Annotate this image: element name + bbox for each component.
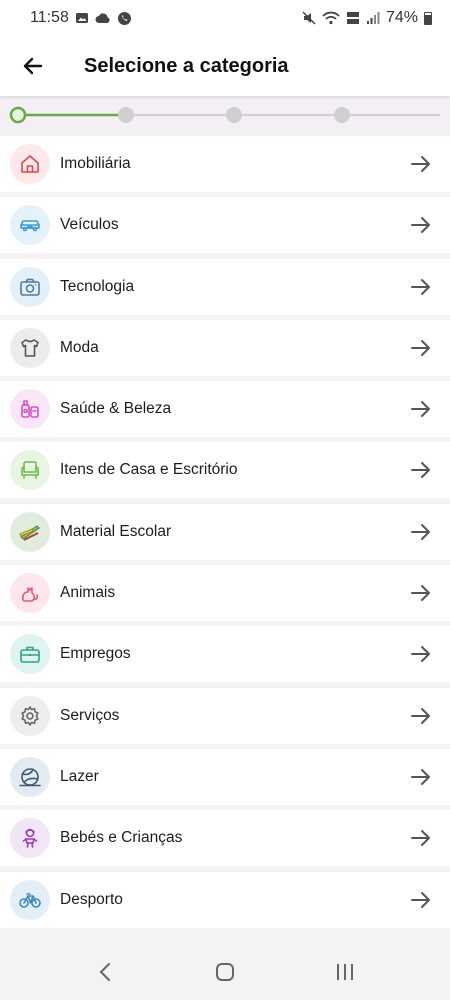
category-row[interactable]: Material Escolar [0,503,450,560]
home-nav-icon [216,963,234,981]
category-row[interactable]: Lazer [0,748,450,805]
category-label: Imobiliária [60,155,131,172]
camera-icon [10,266,50,307]
arrow-right-icon [410,153,432,180]
page-title: Selecione a categoria [84,54,289,77]
category-row[interactable]: Animais [0,565,450,622]
child-icon [10,818,50,859]
arrow-right-icon [410,337,432,364]
category-row[interactable]: Serviços [0,687,450,744]
house-icon [10,144,50,184]
volte-icon [346,12,359,24]
status-left: 11:58 [30,9,132,27]
arrow-right-icon [410,459,432,486]
image-icon [75,13,88,23]
category-row[interactable]: Bebés e Crianças [0,810,450,867]
wifi-icon [322,11,340,25]
arrow-right-icon [410,705,432,732]
signal-icon [366,12,380,24]
category-label: Veículos [60,216,119,234]
arrow-right-icon [410,214,432,241]
gear-icon [10,695,50,736]
category-label: Empregos [60,645,131,663]
stepper-step-2 [118,107,134,123]
category-label: Itens de Casa e Escritório [60,461,238,479]
back-nav-icon [99,963,110,981]
arrow-right-icon [410,766,432,793]
category-label: Tecnologia [60,277,135,295]
recents-nav-icon [337,964,353,980]
school-supplies-icon [10,511,50,552]
arrow-right-icon [410,398,432,425]
armchair-icon [10,450,50,491]
category-list: Imobiliária Veículos Tecnologia Moda Saúde &… [0,136,450,933]
shirt-icon [10,327,50,368]
cat-icon [10,573,50,614]
category-label: Desporto [60,890,123,908]
category-label: Moda [60,338,99,356]
category-row[interactable]: Itens de Casa e Escritório [0,442,450,499]
category-row[interactable]: Desporto [0,871,450,928]
category-row[interactable]: Imobiliária [0,136,450,192]
status-right: 74% [302,9,432,27]
battery-icon [424,11,432,25]
whatsapp-icon [117,11,131,25]
back-button[interactable] [8,41,58,91]
nav-home-button[interactable] [195,952,255,992]
mute-icon [302,11,316,25]
category-label: Saúde & Beleza [60,400,172,418]
arrow-right-icon [410,276,432,303]
arrow-right-icon [410,827,432,854]
arrow-left-icon [23,57,43,75]
app-bar: Selecione a categoria [0,36,450,96]
arrow-right-icon [410,643,432,670]
arrow-right-icon [410,582,432,609]
category-row[interactable]: Empregos [0,626,450,683]
bicycle-icon [10,879,50,920]
status-time: 11:58 [30,9,69,26]
beach-ball-icon [10,756,50,797]
stepper-graphic [9,106,440,124]
cosmetics-icon [10,389,50,430]
category-label: Serviços [60,706,120,724]
category-label: Bebés e Crianças [60,829,183,847]
category-label: Animais [60,584,116,602]
cloud-icon [95,13,110,23]
arrow-right-icon [410,521,432,548]
system-nav-bar [0,944,450,1000]
stepper-step-1 [9,106,27,124]
nav-back-button[interactable] [75,952,135,992]
category-row[interactable]: Moda [0,319,450,376]
car-icon [10,205,50,246]
nav-recents-button[interactable] [315,952,375,992]
stepper-step-3 [226,107,242,123]
briefcase-icon [10,634,50,675]
category-label: Material Escolar [60,522,172,540]
stepper-step-4 [334,107,350,123]
category-label: Lazer [60,767,99,785]
status-bar: 11:58 74% [0,0,450,36]
category-row[interactable]: Veículos [0,197,450,254]
battery-percent: 74% [385,9,418,26]
arrow-right-icon [410,889,432,916]
progress-stepper [0,100,450,134]
category-row[interactable]: Saúde & Beleza [0,381,450,438]
category-row[interactable]: Tecnologia [0,258,450,315]
